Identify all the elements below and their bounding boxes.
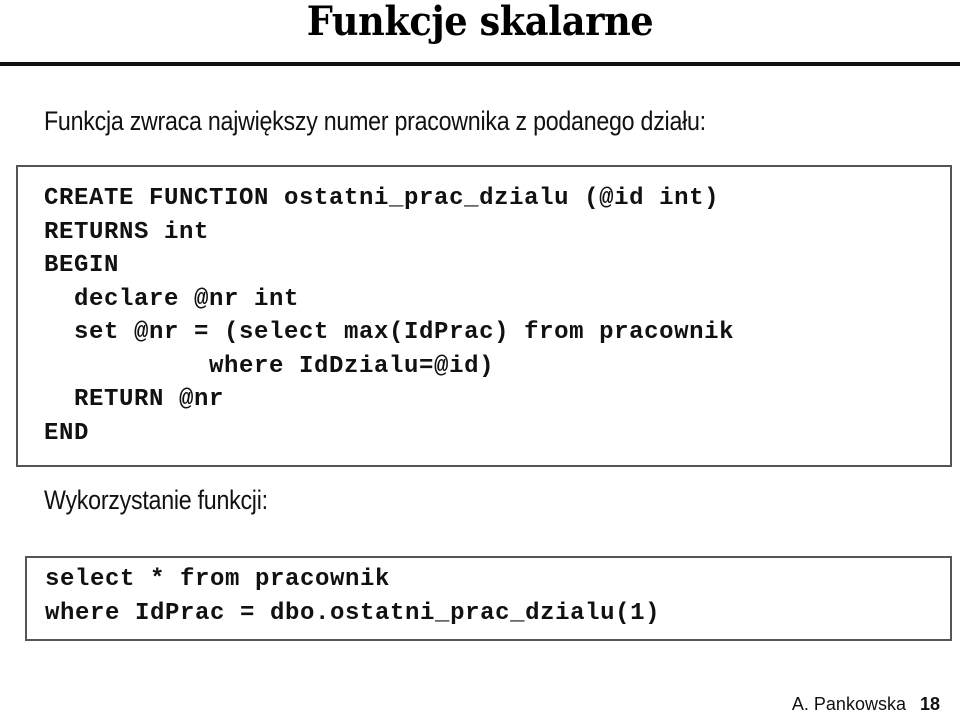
author-name: A. Pankowska: [791, 694, 906, 714]
code-line: declare @nr int: [44, 285, 300, 313]
code-lines: CREATE FUNCTION ostatni_prac_dzialu (@id…: [44, 182, 734, 450]
definition-caption: Funkcja zwraca największy numer pracowni…: [44, 106, 706, 136]
slide-footer: A. Pankowska 18: [792, 694, 940, 715]
code-line: set @nr = (select max(IdPrac) from praco…: [44, 319, 735, 346]
code-line: where IdDzialu=@id): [44, 352, 495, 380]
slide-title: Funkcje skalarne: [306, 0, 654, 45]
page-number: 18: [919, 694, 940, 714]
code-line: where IdPrac = dbo.ostatni_prac_dzialu(1…: [45, 599, 661, 627]
code-lines: select * from pracownik where IdPrac = d…: [45, 563, 660, 630]
function-definition-code-block: CREATE FUNCTION ostatni_prac_dzialu (@id…: [16, 165, 952, 467]
code-line: RETURN @nr: [44, 386, 225, 413]
usage-caption: Wykorzystanie funkcji:: [44, 485, 268, 515]
code-line: RETURNS int: [44, 218, 210, 246]
code-line: CREATE FUNCTION ostatni_prac_dzialu (@id…: [44, 185, 720, 212]
function-usage-code-block: select * from pracownik where IdPrac = d…: [25, 556, 952, 641]
code-line: select * from pracownik: [45, 566, 391, 593]
code-line: BEGIN: [44, 252, 120, 279]
code-line: END: [44, 419, 90, 447]
title-divider: [0, 62, 960, 66]
